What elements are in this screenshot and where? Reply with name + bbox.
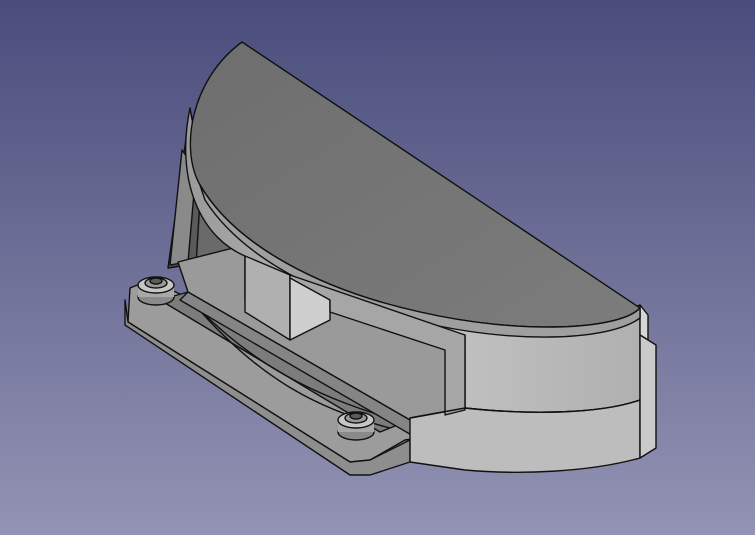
viewport-canvas[interactable] [0,0,755,535]
3d-viewport[interactable] [0,0,755,535]
model-right-step-lower [639,334,657,459]
model-right-boss [337,411,375,441]
model-left-boss [137,276,175,306]
